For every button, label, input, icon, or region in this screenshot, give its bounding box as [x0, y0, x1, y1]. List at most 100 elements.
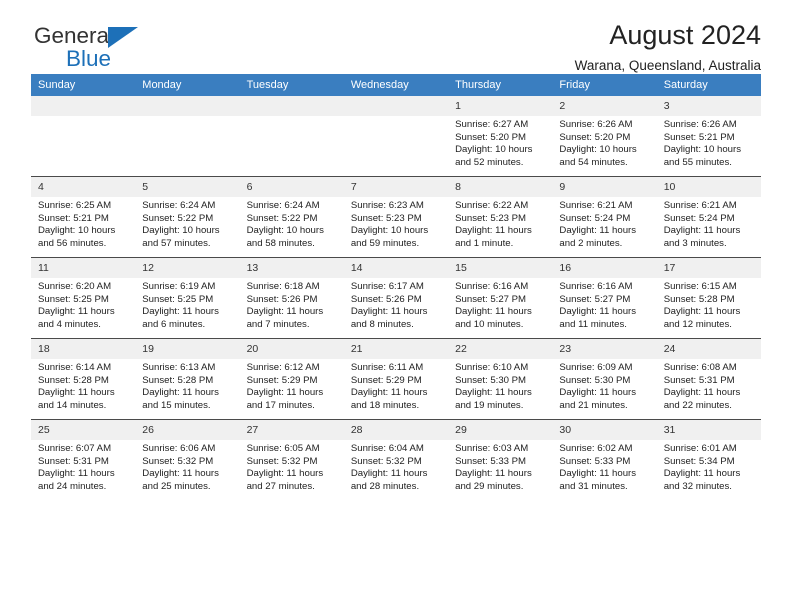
day-cell-inner: 5 Sunrise: 6:24 AM Sunset: 5:22 PM Daylight… [135, 177, 240, 257]
daylight-text-line1: Daylight: 11 hours [246, 306, 324, 318]
calendar-day-cell[interactable]: 12 Sunrise: 6:19 AM Sunset: 5:25 PM Dayligh… [135, 257, 240, 339]
day-sun-info: Sunrise: 6:24 AM Sunset: 5:22 PM Daylight:… [240, 197, 344, 250]
calendar-day-cell[interactable]: 13 Sunrise: 6:18 AM Sunset: 5:26 PM Dayligh… [239, 257, 344, 339]
sunset-text: Sunset: 5:24 PM [559, 212, 631, 224]
day-cell-inner: 19 Sunrise: 6:13 AM Sunset: 5:28 PM Dayligh… [135, 339, 240, 419]
day-sun-info: Sunrise: 6:08 AM Sunset: 5:31 PM Daylight:… [657, 359, 761, 412]
day-cell-inner: 23 Sunrise: 6:09 AM Sunset: 5:30 PM Dayligh… [552, 339, 657, 419]
day-sun-info: Sunrise: 6:23 AM Sunset: 5:23 PM Daylight:… [344, 197, 448, 250]
day-sun-info: Sunrise: 6:25 AM Sunset: 5:21 PM Daylight:… [31, 197, 135, 250]
calendar-day-cell[interactable]: 14 Sunrise: 6:17 AM Sunset: 5:26 PM Dayligh… [343, 257, 449, 339]
calendar-day-cell[interactable]: 18 Sunrise: 6:14 AM Sunset: 5:28 PM Dayligh… [31, 338, 136, 420]
sunset-text: Sunset: 5:26 PM [350, 293, 422, 305]
daylight-text-line1: Daylight: 10 hours [663, 144, 742, 156]
day-sun-info: Sunrise: 6:21 AM Sunset: 5:24 PM Daylight:… [657, 197, 761, 250]
daylight-text-line1: Daylight: 11 hours [455, 225, 532, 237]
calendar-day-cell[interactable]: 16 Sunrise: 6:16 AM Sunset: 5:27 PM Dayligh… [552, 257, 657, 339]
calendar-day-cell[interactable]: 17 Sunrise: 6:15 AM Sunset: 5:28 PM Dayligh… [656, 257, 761, 339]
day-sun-info: Sunrise: 6:06 AM Sunset: 5:32 PM Daylight:… [135, 440, 239, 493]
day-number: 15 [448, 258, 553, 278]
calendar-day-cell[interactable]: 24 Sunrise: 6:08 AM Sunset: 5:31 PM Dayligh… [656, 338, 761, 420]
calendar-day-cell[interactable]: 1 Sunrise: 6:27 AM Sunset: 5:20 PM Daylight… [448, 96, 553, 177]
day-cell-inner: 12 Sunrise: 6:19 AM Sunset: 5:25 PM Dayligh… [135, 258, 240, 338]
calendar-day-cell-empty [135, 96, 240, 177]
day-number: 7 [343, 177, 449, 197]
day-number [31, 96, 136, 116]
calendar-body: 1 Sunrise: 6:27 AM Sunset: 5:20 PM Daylight… [31, 96, 761, 500]
calendar-day-cell[interactable]: 27 Sunrise: 6:05 AM Sunset: 5:32 PM Dayligh… [239, 419, 344, 500]
calendar-day-cell[interactable]: 21 Sunrise: 6:11 AM Sunset: 5:29 PM Dayligh… [343, 338, 449, 420]
daylight-text-line2: and 7 minutes. [246, 318, 310, 330]
sunset-text: Sunset: 5:22 PM [142, 212, 214, 224]
weekday-header-tuesday: Tuesday [239, 74, 344, 96]
calendar-day-cell[interactable]: 5 Sunrise: 6:24 AM Sunset: 5:22 PM Daylight… [135, 176, 240, 258]
calendar-day-cell[interactable]: 19 Sunrise: 6:13 AM Sunset: 5:28 PM Dayligh… [135, 338, 240, 420]
day-number: 30 [552, 420, 657, 440]
daylight-text-line1: Daylight: 11 hours [246, 468, 324, 480]
day-cell-inner: 28 Sunrise: 6:04 AM Sunset: 5:32 PM Dayligh… [343, 420, 449, 500]
sunset-text: Sunset: 5:21 PM [38, 212, 109, 224]
day-number: 18 [31, 339, 136, 359]
calendar-day-cell[interactable]: 25 Sunrise: 6:07 AM Sunset: 5:31 PM Dayligh… [31, 419, 136, 500]
day-sun-info: Sunrise: 6:24 AM Sunset: 5:22 PM Daylight:… [135, 197, 239, 250]
calendar-day-cell[interactable]: 6 Sunrise: 6:24 AM Sunset: 5:22 PM Daylight… [239, 176, 344, 258]
day-number: 26 [135, 420, 240, 440]
daylight-text-line1: Daylight: 11 hours [38, 468, 115, 480]
day-sun-info: Sunrise: 6:10 AM Sunset: 5:30 PM Daylight:… [448, 359, 552, 412]
daylight-text-line2: and 10 minutes. [455, 318, 524, 330]
daylight-text-line1: Daylight: 11 hours [350, 387, 428, 399]
calendar-day-cell[interactable]: 23 Sunrise: 6:09 AM Sunset: 5:30 PM Dayligh… [552, 338, 657, 420]
calendar-week-row: 1 Sunrise: 6:27 AM Sunset: 5:20 PM Daylight… [31, 96, 761, 177]
sunrise-text: Sunrise: 6:27 AM [455, 119, 529, 130]
calendar-day-cell[interactable]: 3 Sunrise: 6:26 AM Sunset: 5:21 PM Daylight… [656, 96, 761, 177]
sunrise-text: Sunrise: 6:11 AM [350, 362, 424, 373]
calendar-day-cell[interactable]: 31 Sunrise: 6:01 AM Sunset: 5:34 PM Dayligh… [656, 419, 761, 500]
day-sun-info: Sunrise: 6:19 AM Sunset: 5:25 PM Daylight:… [135, 278, 239, 331]
sunset-text: Sunset: 5:27 PM [559, 293, 631, 305]
calendar-day-cell[interactable]: 4 Sunrise: 6:25 AM Sunset: 5:21 PM Daylight… [31, 176, 136, 258]
calendar-table: Sunday Monday Tuesday Wednesday Thursday… [31, 74, 761, 500]
weekday-header-wednesday: Wednesday [343, 74, 449, 96]
day-cell-inner [343, 96, 449, 176]
calendar-day-cell[interactable]: 15 Sunrise: 6:16 AM Sunset: 5:27 PM Dayligh… [448, 257, 553, 339]
sunrise-text: Sunrise: 6:21 AM [663, 200, 737, 211]
day-number: 12 [135, 258, 240, 278]
weekday-header-thursday: Thursday [448, 74, 553, 96]
daylight-text-line1: Daylight: 11 hours [350, 468, 428, 480]
sunset-text: Sunset: 5:20 PM [455, 131, 527, 143]
calendar-day-cell[interactable]: 22 Sunrise: 6:10 AM Sunset: 5:30 PM Dayligh… [448, 338, 553, 420]
day-sun-info: Sunrise: 6:16 AM Sunset: 5:27 PM Daylight:… [448, 278, 552, 331]
daylight-text-line1: Daylight: 11 hours [38, 387, 115, 399]
calendar-day-cell[interactable]: 20 Sunrise: 6:12 AM Sunset: 5:29 PM Dayligh… [239, 338, 344, 420]
calendar-day-cell[interactable]: 7 Sunrise: 6:23 AM Sunset: 5:23 PM Daylight… [343, 176, 449, 258]
sunrise-text: Sunrise: 6:26 AM [559, 119, 633, 130]
day-cell-inner: 31 Sunrise: 6:01 AM Sunset: 5:34 PM Dayligh… [656, 420, 761, 500]
day-cell-inner [239, 96, 344, 176]
sunset-text: Sunset: 5:29 PM [350, 374, 422, 386]
day-cell-inner: 2 Sunrise: 6:26 AM Sunset: 5:20 PM Daylight… [552, 96, 657, 176]
daylight-text-line2: and 2 minutes. [559, 237, 623, 249]
day-cell-inner: 27 Sunrise: 6:05 AM Sunset: 5:32 PM Dayligh… [239, 420, 344, 500]
calendar-day-cell[interactable]: 30 Sunrise: 6:02 AM Sunset: 5:33 PM Dayligh… [552, 419, 657, 500]
day-number: 5 [135, 177, 240, 197]
sunrise-text: Sunrise: 6:14 AM [38, 362, 112, 373]
general-blue-logo[interactable]: General Blue [34, 24, 234, 74]
sunrise-text: Sunrise: 6:22 AM [455, 200, 529, 211]
calendar-day-cell[interactable]: 10 Sunrise: 6:21 AM Sunset: 5:24 PM Dayligh… [656, 176, 761, 258]
day-sun-info: Sunrise: 6:21 AM Sunset: 5:24 PM Daylight:… [552, 197, 656, 250]
sunrise-text: Sunrise: 6:19 AM [142, 281, 216, 292]
daylight-text-line2: and 15 minutes. [142, 399, 211, 411]
calendar-day-cell[interactable]: 26 Sunrise: 6:06 AM Sunset: 5:32 PM Dayligh… [135, 419, 240, 500]
calendar-day-cell[interactable]: 2 Sunrise: 6:26 AM Sunset: 5:20 PM Daylight… [552, 96, 657, 177]
calendar-day-cell[interactable]: 29 Sunrise: 6:03 AM Sunset: 5:33 PM Dayligh… [448, 419, 553, 500]
calendar-day-cell[interactable]: 11 Sunrise: 6:20 AM Sunset: 5:25 PM Dayligh… [31, 257, 136, 339]
day-cell-inner: 1 Sunrise: 6:27 AM Sunset: 5:20 PM Daylight… [448, 96, 553, 176]
daylight-text-line2: and 59 minutes. [350, 237, 420, 249]
calendar-day-cell[interactable]: 9 Sunrise: 6:21 AM Sunset: 5:24 PM Daylight… [552, 176, 657, 258]
daylight-text-line2: and 11 minutes. [559, 318, 627, 330]
calendar-day-cell[interactable]: 28 Sunrise: 6:04 AM Sunset: 5:32 PM Dayligh… [343, 419, 449, 500]
calendar-day-cell[interactable]: 8 Sunrise: 6:22 AM Sunset: 5:23 PM Daylight… [448, 176, 553, 258]
day-number: 21 [343, 339, 449, 359]
day-cell-inner: 17 Sunrise: 6:15 AM Sunset: 5:28 PM Dayligh… [656, 258, 761, 338]
day-sun-info: Sunrise: 6:20 AM Sunset: 5:25 PM Daylight:… [31, 278, 135, 331]
